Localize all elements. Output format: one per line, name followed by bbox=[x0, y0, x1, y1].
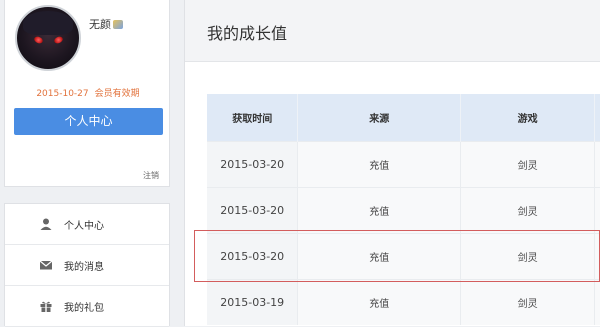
avatar[interactable] bbox=[15, 5, 81, 71]
cell-extra bbox=[594, 140, 600, 187]
cell-extra bbox=[594, 232, 600, 279]
column-header-extra bbox=[594, 94, 600, 141]
cell-date: 2015-03-20 bbox=[207, 232, 298, 279]
membership-date: 2015-10-27 bbox=[36, 89, 89, 99]
sidebar-item-gifts[interactable]: 我的礼包 bbox=[5, 286, 169, 327]
cell-extra bbox=[594, 278, 600, 325]
person-icon bbox=[40, 218, 52, 230]
growth-table-container: 获取时间 来源 游戏 2015-03-20 充值 剑灵 2015-03-20 充… bbox=[207, 94, 600, 326]
username: 无颜 bbox=[89, 16, 123, 32]
membership-info: 2015-10-27 会员有效期 bbox=[5, 86, 171, 99]
cell-source: 充值 bbox=[297, 232, 461, 279]
column-header-game: 游戏 bbox=[460, 94, 596, 141]
sidebar-item-label: 我的礼包 bbox=[64, 302, 104, 314]
sidebar-item-label: 我的消息 bbox=[64, 261, 104, 273]
username-text: 无颜 bbox=[89, 18, 111, 31]
table-row: 2015-03-20 充值 剑灵 bbox=[207, 140, 600, 187]
cell-date: 2015-03-20 bbox=[207, 140, 298, 187]
sidebar-nav: 个人中心 我的消息 我的礼包 bbox=[4, 203, 170, 327]
profile-card: 无颜 2015-10-27 会员有效期 个人中心 注销 bbox=[4, 0, 170, 187]
membership-label: 会员有效期 bbox=[94, 89, 140, 99]
cell-source: 充值 bbox=[297, 186, 461, 233]
page-header: 我的成长值 bbox=[185, 0, 600, 62]
cell-date: 2015-03-20 bbox=[207, 186, 298, 233]
cell-game: 剑灵 bbox=[460, 186, 595, 233]
personal-center-button[interactable]: 个人中心 bbox=[14, 108, 163, 135]
cell-source: 充值 bbox=[297, 140, 461, 187]
main-panel: 我的成长值 获取时间 来源 游戏 2015-03-20 充值 剑灵 2015-0… bbox=[184, 0, 600, 326]
avatar-hair bbox=[23, 11, 73, 35]
avatar-eye-right bbox=[53, 35, 64, 45]
page-title: 我的成长值 bbox=[207, 24, 288, 43]
envelope-icon bbox=[39, 260, 53, 270]
cell-game: 剑灵 bbox=[460, 278, 595, 325]
cell-source: 充值 bbox=[297, 278, 461, 325]
avatar-eye-left bbox=[33, 35, 44, 45]
column-header-time: 获取时间 bbox=[207, 94, 299, 141]
sidebar-item-personal-center[interactable]: 个人中心 bbox=[5, 204, 169, 245]
cell-game: 剑灵 bbox=[460, 232, 595, 279]
growth-table: 获取时间 来源 游戏 2015-03-20 充值 剑灵 2015-03-20 充… bbox=[207, 94, 600, 325]
table-row: 2015-03-19 充值 剑灵 bbox=[207, 278, 600, 325]
sidebar-item-label: 个人中心 bbox=[64, 220, 104, 232]
vip-badge-icon bbox=[113, 20, 123, 29]
table-row: 2015-03-20 充值 剑灵 bbox=[207, 186, 600, 233]
gift-icon bbox=[40, 301, 52, 312]
sidebar-item-messages[interactable]: 我的消息 bbox=[5, 245, 169, 286]
table-row: 2015-03-20 充值 剑灵 bbox=[207, 232, 600, 279]
cell-game: 剑灵 bbox=[460, 140, 595, 187]
logout-link[interactable]: 注销 bbox=[143, 170, 159, 181]
cell-extra bbox=[594, 186, 600, 233]
column-header-source: 来源 bbox=[297, 94, 462, 141]
cell-date: 2015-03-19 bbox=[207, 278, 298, 325]
table-header-row: 获取时间 来源 游戏 bbox=[207, 94, 600, 141]
